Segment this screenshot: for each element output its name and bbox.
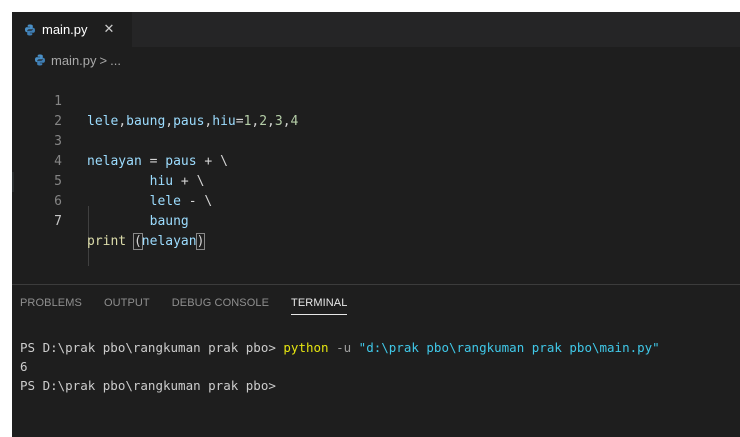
code-line: 3 nelayan = paus + \ <box>12 112 740 169</box>
breadcrumb-file[interactable]: main.py <box>51 53 97 68</box>
tab-problems[interactable]: PROBLEMS <box>20 285 82 321</box>
tab-terminal[interactable]: TERMINAL <box>291 285 348 321</box>
panel-tabs: PROBLEMS OUTPUT DEBUG CONSOLE TERMINAL <box>20 285 369 321</box>
line-number: 7 <box>54 214 62 229</box>
token: baung <box>149 214 189 229</box>
tab-main-py[interactable]: main.py ✕ <box>12 12 132 47</box>
terminal-line: PS D:\prak pbo\rangkuman prak pbo> <box>20 376 660 395</box>
terminal-result: 6 <box>20 359 28 374</box>
tab-output[interactable]: OUTPUT <box>104 285 150 321</box>
close-icon[interactable]: ✕ <box>104 22 115 37</box>
terminal-command: python <box>283 340 329 355</box>
tab-label: main.py <box>42 22 88 37</box>
tab-debug-console[interactable]: DEBUG CONSOLE <box>172 285 269 321</box>
terminal-argument: "d:\prak pbo\rangkuman prak pbo\main.py" <box>358 340 660 355</box>
code-line: 5 lele - \ <box>12 152 740 209</box>
code-text: print (nelayan) <box>87 232 206 252</box>
terminal-line: 6 <box>20 357 660 376</box>
bracket-match: ) <box>195 233 206 250</box>
terminal-flag: -u <box>328 340 359 355</box>
breadcrumb: main.py > ... <box>34 51 121 69</box>
code-line: 4 hiu + \ <box>12 132 740 189</box>
python-file-icon <box>25 24 35 35</box>
code-line: 1 lele,baung,paus,hiu=1,2,3,4 <box>12 72 740 129</box>
chevron-right-icon: > <box>99 52 108 68</box>
bracket-match: ( <box>132 233 143 250</box>
code-editor[interactable]: 1 lele,baung,paus,hiu=1,2,3,4 2 3 nelaya… <box>12 72 740 282</box>
terminal-prompt: PS D:\prak pbo\rangkuman prak pbo> <box>20 378 276 393</box>
code-line: 6 baung <box>12 172 740 229</box>
vscode-window: main.py ✕ main.py > ... 1 lele,baung,pau… <box>12 12 740 437</box>
token: print <box>87 234 127 249</box>
code-line-active: 7 print (nelayan) <box>12 192 740 250</box>
breadcrumb-symbol[interactable]: ... <box>110 53 121 68</box>
python-file-icon <box>35 54 45 66</box>
terminal-output[interactable]: PS D:\prak pbo\rangkuman prak pbo> pytho… <box>20 338 660 395</box>
bottom-panel: PROBLEMS OUTPUT DEBUG CONSOLE TERMINAL P… <box>12 284 740 437</box>
code-line: 2 <box>12 92 740 129</box>
code-text: baung <box>87 212 189 232</box>
terminal-prompt: PS D:\prak pbo\rangkuman prak pbo> <box>20 340 284 355</box>
token: nelayan <box>141 234 197 249</box>
editor-tab-bar: main.py ✕ <box>12 12 740 47</box>
terminal-line: PS D:\prak pbo\rangkuman prak pbo> pytho… <box>20 338 660 357</box>
